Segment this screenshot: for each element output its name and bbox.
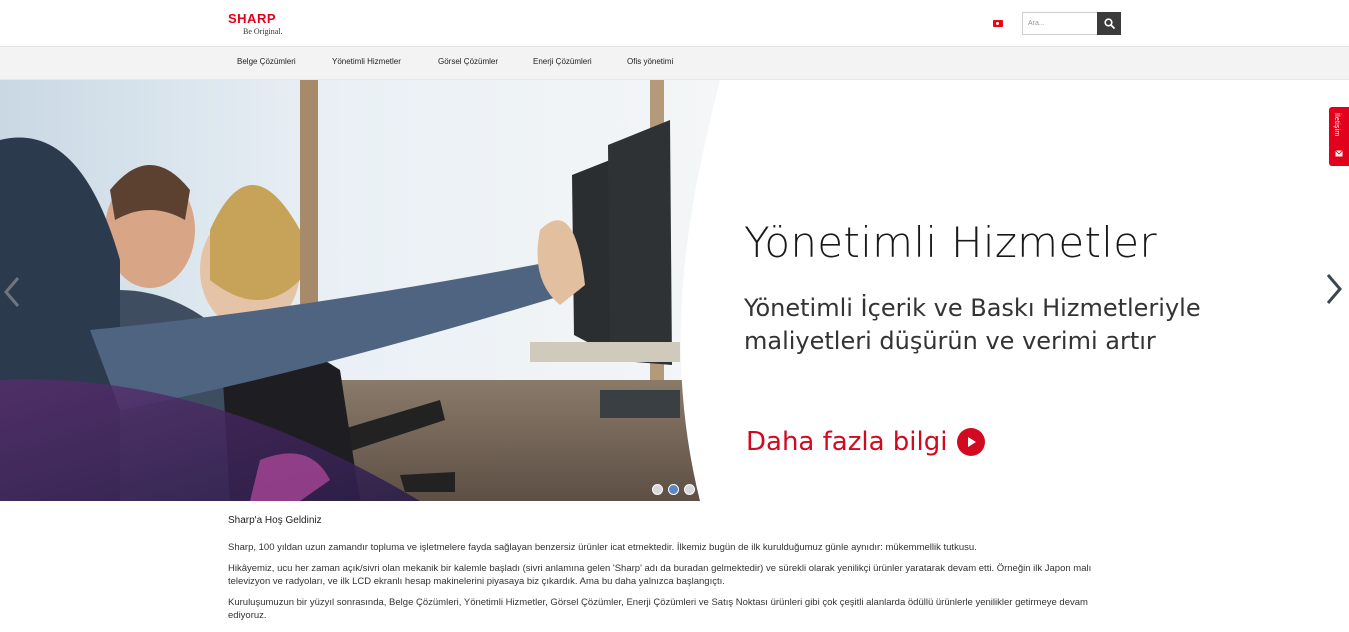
contact-tab-label: İletişim	[1333, 113, 1340, 137]
nav-item-yonetimli-hizmetler[interactable]: Yönetimli Hizmetler	[332, 57, 401, 66]
logo-tagline: Be Original.	[243, 27, 283, 36]
search-button[interactable]	[1097, 12, 1121, 35]
welcome-section: Sharp'a Hoş Geldiniz Sharp, 100 yıldan u…	[228, 514, 1128, 630]
main-nav: Belge Çözümleri Yönetimli Hizmetler Görs…	[0, 47, 1349, 80]
hero-subtitle: Yönetimli İçerik ve Baskı Hizmetleriyle …	[744, 294, 1201, 355]
nav-item-gorsel-cozumler[interactable]: Görsel Çözümler	[438, 57, 498, 66]
carousel-next-arrow-icon[interactable]	[1322, 271, 1344, 307]
carousel-dot-2[interactable]	[668, 484, 679, 495]
learn-more-label: Daha fazla bilgi	[746, 427, 948, 457]
welcome-paragraph: Hikâyemiz, ucu her zaman açık/sivri olan…	[228, 563, 1092, 587]
carousel-indicators	[652, 484, 695, 495]
search-input[interactable]	[1022, 12, 1097, 35]
search-icon	[1103, 18, 1115, 29]
learn-more-link[interactable]: Daha fazla bilgi	[746, 427, 986, 457]
envelope-icon	[1335, 150, 1343, 157]
site-header: SHARP Be Original.	[0, 0, 1349, 47]
logo-wordmark: SHARP	[228, 11, 277, 26]
welcome-paragraph: Sharp, 100 yıldan uzun zamandır topluma …	[228, 542, 977, 553]
hero-carousel: Yönetimli Hizmetler Yönetimli İçerik ve …	[0, 80, 1349, 501]
hero-office-image	[0, 80, 720, 501]
nav-item-belge-cozumleri[interactable]: Belge Çözümleri	[237, 57, 296, 66]
carousel-prev-arrow-icon[interactable]	[2, 274, 24, 310]
nav-item-enerji-cozumleri[interactable]: Enerji Çözümleri	[533, 57, 592, 66]
turkey-flag-icon[interactable]	[993, 20, 1003, 27]
play-circle-icon	[957, 428, 986, 456]
carousel-dot-3[interactable]	[684, 484, 695, 495]
welcome-title: Sharp'a Hoş Geldiniz	[228, 515, 322, 526]
nav-item-ofis-yonetimi[interactable]: Ofis yönetimi	[627, 57, 673, 66]
hero-title: Yönetimli Hizmetler	[744, 218, 1157, 267]
contact-side-tab[interactable]: İletişim	[1329, 107, 1349, 166]
sharp-logo[interactable]: SHARP Be Original.	[228, 11, 308, 41]
carousel-dot-1[interactable]	[652, 484, 663, 495]
welcome-paragraph: Kuruluşumuzun bir yüzyıl sonrasında, Bel…	[228, 597, 1088, 621]
